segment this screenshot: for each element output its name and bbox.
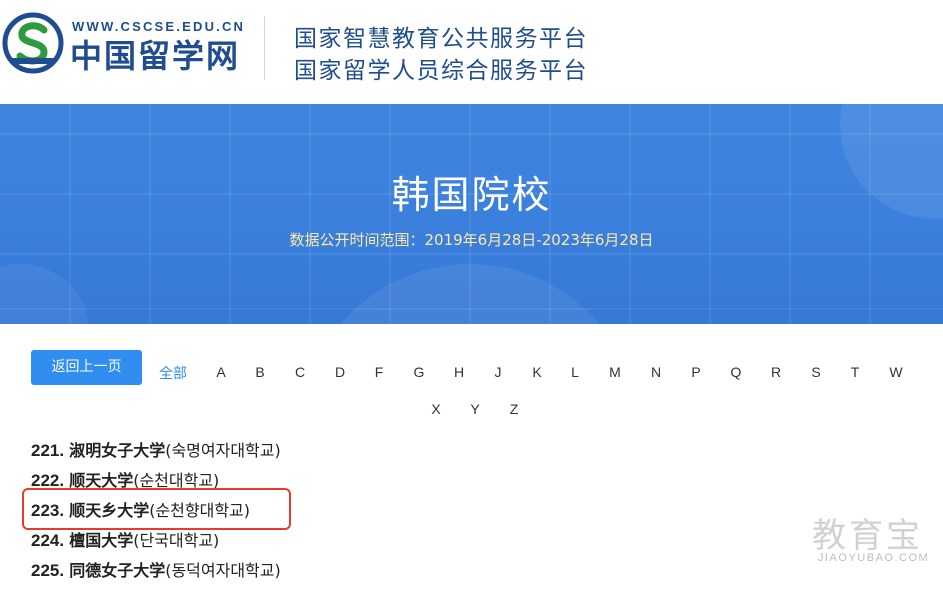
filter-letter[interactable]: F [375,364,384,380]
filter-letter[interactable]: X [431,401,440,417]
filter-letter[interactable]: H [454,364,464,380]
data-time-range: 数据公开时间范围：2019年6月28日-2023年6月28日 [289,231,654,249]
school-name-cn[interactable]: 檀国大学 [69,531,133,550]
filter-letter[interactable]: C [295,364,305,380]
filter-letter[interactable]: S [811,364,820,380]
filter-letter[interactable]: K [532,364,541,380]
filter-letter[interactable]: D [335,364,345,380]
filter-letter[interactable]: T [851,364,860,380]
filter-letter[interactable]: B [255,364,264,380]
list-item[interactable]: 224. 檀国大学(단국대학교) [31,527,219,551]
filter-letter[interactable]: Q [731,364,742,380]
school-number: 221. [31,441,65,460]
filter-letter[interactable]: Y [470,401,479,417]
filter-letter[interactable]: R [771,364,781,380]
page-title: 韩国院校 [391,173,552,217]
filter-letter[interactable]: P [691,364,700,380]
school-name-kr[interactable]: (단국대학교) [133,531,219,550]
header-divider [264,16,265,80]
filter-letter[interactable]: M [609,364,621,380]
site-url: WWW.CSCSE.EDU.CN [72,19,246,34]
banner: 韩国院校 数据公开时间范围：2019年6月28日-2023年6月28日 [0,104,943,324]
filter-letter[interactable]: N [651,364,661,380]
platform-name-1: 国家智慧教育公共服务平台 [294,26,588,52]
school-name-kr[interactable]: (동덕여자대학교) [165,561,281,580]
watermark-logo: 教育宝 [812,516,923,556]
filter-letter[interactable]: L [571,364,579,380]
filter-all[interactable]: 全部 [159,363,187,383]
filter-letter[interactable]: W [889,364,902,380]
list-item[interactable]: 225. 同德女子大学(동덕여자대학교) [31,557,281,581]
platform-name-2: 国家留学人员综合服务平台 [294,58,588,84]
site-name: 中国留学网 [70,37,241,75]
highlight-box [22,488,291,530]
cscse-logo-icon[interactable] [2,12,64,74]
school-name-cn[interactable]: 淑明女子大学 [69,441,165,460]
filter-letter[interactable]: Z [510,401,519,417]
back-button[interactable]: 返回上一页 [31,350,142,385]
filter-letter[interactable]: J [495,364,502,380]
school-name-kr[interactable]: (숙명여자대학교) [165,441,281,460]
school-name-cn[interactable]: 同德女子大学 [69,561,165,580]
filter-letter[interactable]: A [216,364,225,380]
list-item[interactable]: 221. 淑明女子大学(숙명여자대학교) [31,437,281,461]
school-number: 225. [31,561,65,580]
filter-letter[interactable]: G [414,364,425,380]
watermark-url: JIAOYUBAO.COM [818,552,930,564]
school-number: 224. [31,531,65,550]
site-header: WWW.CSCSE.EDU.CN 中国留学网 国家智慧教育公共服务平台 国家留学… [0,0,943,104]
